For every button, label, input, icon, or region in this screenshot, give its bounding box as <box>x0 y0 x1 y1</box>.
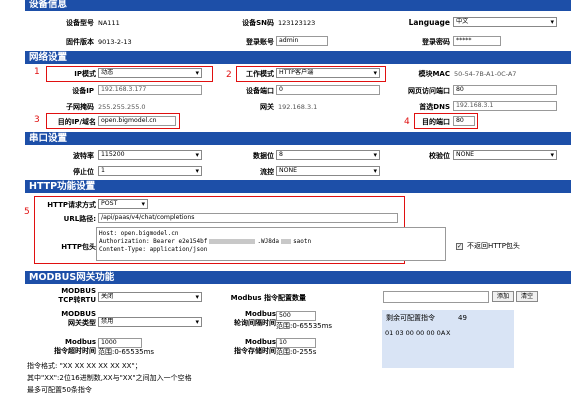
device-model-value: NA111 <box>98 19 120 27</box>
add-button[interactable]: 添加 <box>492 291 514 302</box>
work-mode-label: 工作模式 <box>246 70 274 78</box>
web-port-input[interactable]: 80 <box>453 85 557 95</box>
modbus-gateway-type-label: MODBUS 网关类型 <box>61 310 96 327</box>
parity-label: 校验位 <box>429 152 450 160</box>
section-header-device-info: 设备信息 <box>25 0 571 11</box>
dns-input[interactable]: 192.168.3.1 <box>453 101 557 111</box>
marker-5: 5 <box>24 207 30 217</box>
data-bits-select[interactable]: 8 <box>276 150 380 160</box>
modbus-gateway-type-select[interactable]: 禁用 <box>98 317 202 327</box>
subnet-mask-value: 255.255.255.0 <box>98 103 146 111</box>
url-path-input[interactable]: /api/paas/v4/chat/completions <box>98 213 398 223</box>
header-line-auth: Authorization: Bearer e2e154bf .WJ8da saot… <box>99 238 312 245</box>
work-mode-select[interactable]: HTTP客户端 <box>276 68 380 78</box>
device-sn-value: 123123123 <box>278 19 316 27</box>
marker-1: 1 <box>34 67 40 77</box>
cmd-format-note-detail: 其中"XX":2位16进制数,XX与"XX"之间加入一个空格 <box>27 374 192 382</box>
gateway-label: 网关 <box>260 103 274 111</box>
http-method-label: HTTP请求方式 <box>47 201 96 209</box>
http-header-label: HTTP包头 <box>61 243 96 251</box>
ip-mode-select[interactable]: 动态 <box>98 68 202 78</box>
data-bits-label: 数据位 <box>253 152 274 160</box>
modbus-timeout-label: Modbus 指令超时时间 <box>54 338 96 355</box>
clear-button[interactable]: 清空 <box>516 291 538 302</box>
subnet-mask-label: 子网掩码 <box>66 103 94 111</box>
baud-rate-select[interactable]: 115200 <box>98 150 202 160</box>
language-label: Language <box>408 18 450 27</box>
section-header-modbus: MODBUS网关功能 <box>25 271 571 284</box>
modbus-cmd-text: 01 03 00 00 00 0A <box>385 329 446 337</box>
section-header-http: HTTP功能设置 <box>25 180 571 193</box>
http-header-textarea[interactable]: Host: open.bigmodel.cn Authorization: Be… <box>96 227 446 261</box>
dns-label: 首选DNS <box>419 103 450 111</box>
flow-control-label: 流控 <box>260 168 274 176</box>
modbus-cmd-count-input[interactable]: 500 <box>276 311 316 321</box>
header-line-host: Host: open.bigmodel.cn <box>99 230 179 237</box>
parity-select[interactable]: NONE <box>453 150 557 160</box>
redacted-token <box>209 239 256 244</box>
url-path-label: URL路径: <box>63 215 96 223</box>
no-return-header-checkbox[interactable]: ✓ <box>456 243 463 250</box>
device-sn-label: 设备SN码 <box>242 19 274 27</box>
remaining-cmds-value: 49 <box>458 314 467 322</box>
marker-4: 4 <box>404 117 410 127</box>
delete-cmd-icon[interactable]: X <box>446 328 450 338</box>
modbus-tcp-rtu-select[interactable]: 关闭 <box>98 292 202 302</box>
modbus-cmd-count-label: Modbus 指令配置数量 <box>230 294 306 302</box>
login-password-input[interactable]: ***** <box>453 36 501 46</box>
http-method-select[interactable]: POST <box>98 199 148 209</box>
header-line-content-type: Content-Type: application/json <box>99 246 208 253</box>
target-ip-input[interactable]: open.bigmodel.cn <box>98 116 176 126</box>
device-port-input[interactable]: 0 <box>276 85 380 95</box>
firmware-value: 9013-2-13 <box>98 38 132 46</box>
modbus-cmd-count-sub-label: Modbus 轮询间隔时间 <box>234 310 276 327</box>
gateway-value: 192.168.3.1 <box>278 103 318 111</box>
login-account-label: 登录账号 <box>246 38 274 46</box>
module-mac-label: 模块MAC <box>418 70 450 78</box>
device-port-label: 设备端口 <box>246 87 274 95</box>
login-account-input[interactable]: admin <box>276 36 328 46</box>
cmd-format-note: 指令格式: "XX XX XX XX XX XX"； <box>27 362 142 370</box>
modbus-tcp-rtu-label: MODBUS TCP转RTU <box>58 287 96 304</box>
modbus-store-label: Modbus 指令存储时间 <box>234 338 276 355</box>
target-ip-label: 目的IP/域名 <box>57 118 96 126</box>
device-model-label: 设备型号 <box>66 19 94 27</box>
section-header-network: 网络设置 <box>25 51 571 64</box>
target-port-input[interactable]: 80 <box>453 116 475 126</box>
ip-mode-label: IP模式 <box>74 70 96 78</box>
marker-2: 2 <box>226 70 232 80</box>
marker-3: 3 <box>34 115 40 125</box>
stop-bits-select[interactable]: 1 <box>98 166 202 176</box>
modbus-poll-range: 范围:0-65535ms <box>276 322 333 330</box>
firmware-label: 固件版本 <box>66 38 94 46</box>
modbus-store-range: 范围:0-255s <box>276 348 317 356</box>
language-select[interactable]: 中文 <box>453 17 557 27</box>
stop-bits-label: 停止位 <box>73 168 94 176</box>
baud-rate-label: 波特率 <box>73 152 94 160</box>
login-password-label: 登录密码 <box>422 38 450 46</box>
redacted-token <box>281 239 292 244</box>
device-ip-input[interactable]: 192.168.3.177 <box>98 85 202 95</box>
flow-control-select[interactable]: NONE <box>276 166 380 176</box>
modbus-cmd-input[interactable] <box>383 291 489 303</box>
device-ip-label: 设备IP <box>72 87 94 95</box>
modbus-cmd-list-item[interactable]: 01 03 00 00 00 0A X <box>384 328 508 338</box>
remaining-cmds-label: 剩余可配置指令 <box>386 314 435 322</box>
module-mac-value: 50-54-7B-A1-0C-A7 <box>454 70 517 78</box>
web-port-label: 网页访问端口 <box>408 87 450 95</box>
cmd-max-note: 最多可配置50条指令 <box>27 386 92 394</box>
no-return-header-label: 不返回HTTP包头 <box>467 242 520 250</box>
section-header-serial: 串口设置 <box>25 132 571 145</box>
target-port-label: 目的端口 <box>422 118 450 126</box>
modbus-timeout-range: 范围:0-65535ms <box>98 348 155 356</box>
